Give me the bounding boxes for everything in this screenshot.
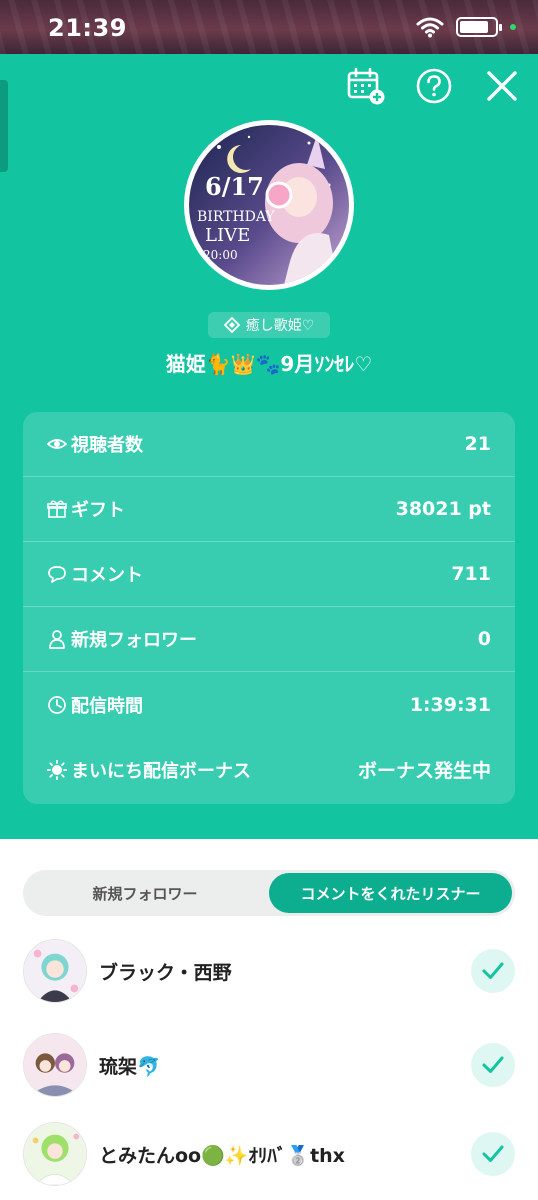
stat-label: まいにち配信ボーナス [71, 760, 251, 782]
header-actions [346, 66, 522, 106]
check-button[interactable] [471, 1043, 515, 1087]
streamer-avatar: 6/17 BIRTHDAY LIVE 20:00 [184, 120, 354, 290]
battery-icon [456, 17, 502, 37]
stat-row-daily-bonus: まいにち配信ボーナス ボーナス発生中 [23, 737, 515, 802]
stat-value: 1:39:31 [409, 693, 491, 716]
stat-row-viewers: 視聴者数 21 [23, 412, 515, 477]
eye-icon [47, 434, 67, 454]
comment-icon [47, 564, 67, 584]
close-icon [487, 71, 517, 101]
listener-tabs: 新規フォロワー コメントをくれたリスナー [23, 870, 515, 916]
check-icon [482, 1056, 504, 1073]
person-icon [47, 629, 67, 649]
side-drawer-handle[interactable] [0, 80, 8, 172]
stat-label: 配信時間 [71, 695, 143, 717]
list-item[interactable]: 琉架🐬 [23, 1033, 515, 1097]
list-item[interactable]: ブラック・西野 [23, 939, 515, 1003]
close-button[interactable] [482, 66, 522, 106]
stat-value: ボーナス発生中 [357, 760, 491, 782]
genre-tag: 癒し歌姫♡ [208, 312, 330, 338]
wifi-icon [416, 17, 444, 38]
stat-value: 38021 pt [395, 498, 491, 520]
listener-name: とみたんoo🟢✨ｵﾘﾊﾞ🥈thx [99, 1144, 345, 1167]
stat-label: ギフト [71, 500, 125, 521]
streamer-name: 猫姫🐈👑🐾9月ｿﾝｾﾚ♡ [165, 352, 373, 376]
stat-row-gifts: ギフト 38021 pt [23, 477, 515, 542]
thumbnail-date: 6/17 [205, 172, 264, 201]
listener-avatar [23, 1033, 87, 1097]
sun-icon [47, 759, 67, 780]
stat-value: 0 [477, 628, 491, 650]
calendar-add-icon [347, 67, 385, 105]
listener-avatar [23, 939, 87, 1003]
streamer-thumbnail-image: 6/17 BIRTHDAY LIVE 20:00 [189, 125, 349, 285]
stat-row-stream-duration: 配信時間 1:39:31 [23, 672, 515, 737]
status-time: 21:39 [48, 14, 127, 42]
stat-value: 21 [464, 433, 491, 455]
clock-icon [47, 695, 67, 715]
tab-new-followers[interactable]: 新規フォロワー [26, 873, 264, 913]
tab-commenting-listeners[interactable]: コメントをくれたリスナー [269, 873, 512, 913]
list-item[interactable]: とみたんoo🟢✨ｵﾘﾊﾞ🥈thx [23, 1122, 515, 1186]
camera-indicator-icon [510, 24, 516, 30]
help-button[interactable] [414, 66, 454, 106]
check-icon [482, 1145, 504, 1162]
thumbnail-title-line2: LIVE [205, 225, 250, 246]
stat-row-comments: コメント 711 [23, 542, 515, 607]
status-icons [416, 16, 516, 38]
check-button[interactable] [471, 1132, 515, 1176]
stat-label: コメント [71, 565, 143, 586]
stream-stats-card: 視聴者数 21 ギフト 38021 pt コメント 711 新規フォロワー 0 … [23, 412, 515, 804]
help-icon [416, 68, 452, 104]
check-button[interactable] [471, 949, 515, 993]
gift-icon [47, 499, 67, 519]
diamond-icon [223, 317, 240, 333]
stat-label: 新規フォロワー [71, 630, 197, 651]
check-icon [482, 962, 504, 979]
thumbnail-title-line1: BIRTHDAY [197, 209, 275, 225]
stat-label: 視聴者数 [71, 435, 143, 456]
stat-value: 711 [451, 563, 491, 585]
listener-avatar [23, 1122, 87, 1186]
thumbnail-time: 20:00 [203, 248, 238, 262]
status-bar: 21:39 [0, 0, 538, 54]
calendar-add-button[interactable] [346, 66, 386, 106]
listener-name: 琉架🐬 [99, 1055, 161, 1078]
stat-row-new-followers: 新規フォロワー 0 [23, 607, 515, 672]
listener-name: ブラック・西野 [99, 961, 232, 984]
genre-tag-label: 癒し歌姫♡ [245, 318, 315, 334]
